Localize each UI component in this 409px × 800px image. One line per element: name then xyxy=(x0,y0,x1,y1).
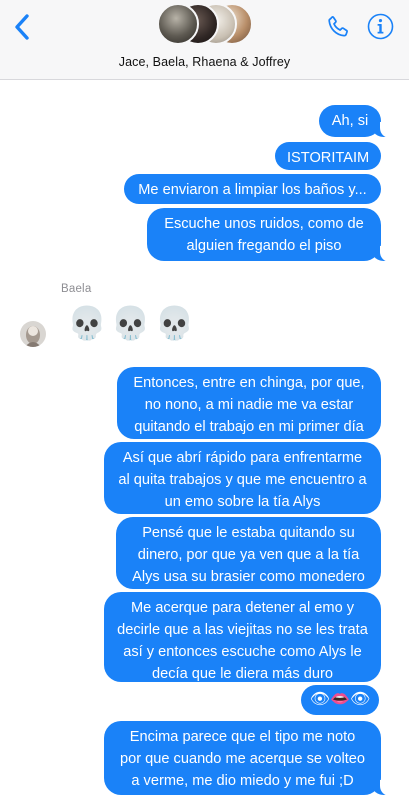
back-button[interactable] xyxy=(10,12,36,42)
message-bubble[interactable]: Entonces, entre en chinga, por que, no n… xyxy=(117,367,381,439)
message-list[interactable]: Ah, si ISTORITAIM Me enviaron a limpiar … xyxy=(0,81,409,800)
message-bubble[interactable]: 👁👄👁 xyxy=(301,685,379,715)
emoji-message: 👁👄👁 xyxy=(309,691,371,708)
emoji-message[interactable]: 💀💀💀 xyxy=(67,303,199,343)
message-bubble[interactable]: Me acerque para detener al emo y decirle… xyxy=(104,592,381,682)
conversation-title[interactable]: Jace, Baela, Rhaena & Joffrey xyxy=(0,55,409,69)
message-bubble[interactable]: Pensé que le estaba quitando su dinero, … xyxy=(116,517,381,589)
message-bubble[interactable]: Encima parece que el tipo me noto por qu… xyxy=(104,721,392,796)
info-icon xyxy=(367,13,394,40)
chevron-left-icon xyxy=(15,14,29,40)
message-bubble[interactable]: ISTORITAIM xyxy=(275,142,381,170)
phone-icon xyxy=(328,16,348,37)
group-avatars[interactable] xyxy=(157,3,253,47)
message-bubble[interactable]: Así que abrí rápido para enfrentarme al … xyxy=(104,442,381,514)
conversation-header: Jace, Baela, Rhaena & Joffrey xyxy=(0,0,409,80)
info-button[interactable] xyxy=(367,13,394,40)
sender-name: Baela xyxy=(61,283,92,295)
message-bubble[interactable]: Escuche unos ruidos, como de alguien fre… xyxy=(147,208,392,262)
avatar[interactable] xyxy=(20,321,46,347)
message-bubble[interactable]: Me enviaron a limpiar los baños y... xyxy=(124,174,381,204)
call-button[interactable] xyxy=(325,14,351,40)
message-bubble[interactable]: Ah, si xyxy=(319,105,392,138)
avatar xyxy=(157,3,199,45)
